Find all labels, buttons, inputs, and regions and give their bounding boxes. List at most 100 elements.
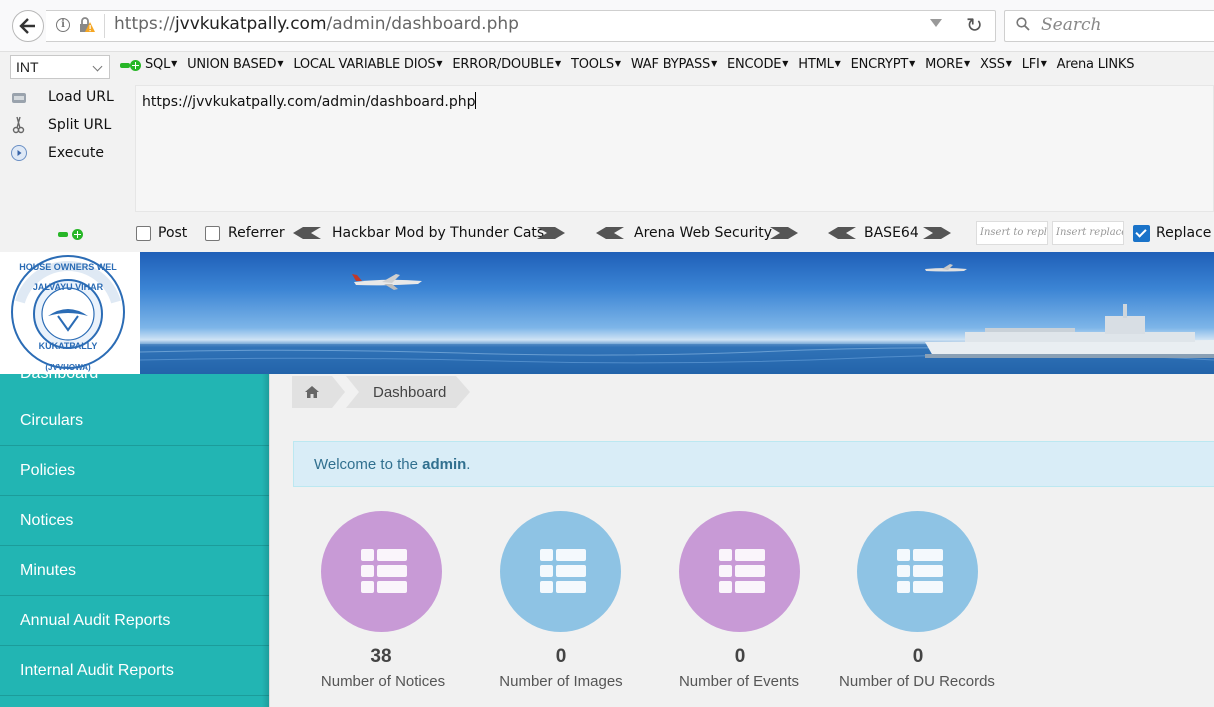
menu-encrypt[interactable]: ENCRYPT▼ bbox=[851, 57, 926, 72]
sidebar-item-annual-audit-reports[interactable]: Annual Audit Reports bbox=[0, 596, 269, 646]
table-icon bbox=[719, 549, 765, 593]
menu-union-based[interactable]: UNION BASED▼ bbox=[187, 57, 293, 72]
svg-text:JALVAYU VIHAR: JALVAYU VIHAR bbox=[33, 282, 104, 292]
arena-web-security-label: Arena Web Security bbox=[634, 225, 773, 241]
menu-sql[interactable]: SQL▼ bbox=[145, 57, 187, 72]
replace-label: Replace bbox=[1156, 225, 1212, 241]
airplane-image bbox=[925, 264, 967, 272]
insert-to-replace-input[interactable]: Insert to repl bbox=[976, 221, 1048, 245]
replace-checkbox[interactable] bbox=[1133, 225, 1150, 242]
insert-replacement-input[interactable]: Insert replace bbox=[1052, 221, 1124, 245]
home-icon bbox=[305, 386, 319, 398]
site-logo: HOUSE OWNERS WEL (JVVHOWA) JALVAYU VIHAR… bbox=[0, 252, 140, 374]
svg-text:HOUSE OWNERS WEL: HOUSE OWNERS WEL bbox=[19, 262, 117, 272]
referrer-checkbox[interactable] bbox=[205, 226, 220, 241]
association-seal-logo: HOUSE OWNERS WEL (JVVHOWA) JALVAYU VIHAR… bbox=[11, 255, 125, 372]
post-label: Post bbox=[158, 225, 188, 241]
breadcrumb-home[interactable] bbox=[292, 376, 332, 408]
stat-label-notices: Number of Notices bbox=[320, 673, 446, 690]
breadcrumb-notch bbox=[346, 376, 359, 408]
url-prefix: https:// bbox=[114, 14, 175, 34]
load-url-label: Load URL bbox=[48, 89, 114, 105]
url-path: /admin/dashboard.php bbox=[326, 14, 519, 34]
arrow-left-icon[interactable] bbox=[596, 227, 624, 239]
url-host: jvvkukatpally.com bbox=[174, 14, 327, 34]
stat-circle-events[interactable] bbox=[679, 511, 800, 632]
text-cursor bbox=[475, 92, 477, 109]
arrow-right-icon[interactable] bbox=[770, 227, 798, 239]
sidebar-item-policies[interactable]: Policies bbox=[0, 446, 269, 496]
sidebar-item-dashboard[interactable]: Dashboard bbox=[0, 374, 269, 394]
menu-encode[interactable]: ENCODE▼ bbox=[727, 57, 798, 72]
arrow-left-icon[interactable] bbox=[293, 227, 321, 239]
breadcrumb-dashboard[interactable]: Dashboard bbox=[346, 376, 456, 408]
warship-image bbox=[925, 304, 1214, 358]
stat-value-notices: 38 bbox=[370, 646, 392, 667]
split-url-button[interactable]: Split URL bbox=[10, 116, 111, 134]
back-button[interactable] bbox=[12, 10, 44, 42]
table-icon bbox=[361, 549, 407, 593]
stat-value-images: 0 bbox=[555, 646, 567, 667]
hackbar-url-textarea[interactable]: https://jvvkukatpally.com/admin/dashboar… bbox=[135, 85, 1214, 212]
url-separator bbox=[104, 14, 105, 38]
play-icon bbox=[10, 144, 28, 162]
load-url-button[interactable]: Load URL bbox=[10, 88, 114, 106]
sidebar-item-minutes[interactable]: Minutes bbox=[0, 546, 269, 596]
svg-text:KUKATPALLY: KUKATPALLY bbox=[39, 341, 98, 351]
info-icon[interactable]: i bbox=[56, 18, 70, 32]
breadcrumb-separator bbox=[456, 376, 470, 408]
sidebar-item-circulars[interactable]: Circulars bbox=[0, 396, 269, 446]
back-arrow-icon bbox=[19, 18, 35, 34]
minus-icon[interactable] bbox=[58, 232, 68, 237]
menu-more[interactable]: MORE▼ bbox=[925, 57, 980, 72]
stat-value-du-records: 0 bbox=[912, 646, 924, 667]
load-url-icon bbox=[10, 88, 28, 106]
menu-error-double[interactable]: ERROR/DOUBLE▼ bbox=[452, 57, 571, 72]
welcome-username: admin bbox=[422, 456, 467, 473]
referrer-label: Referrer bbox=[228, 225, 285, 241]
stat-label-du-records: Number of DU Records bbox=[839, 673, 995, 690]
insecure-lock-icon[interactable] bbox=[78, 16, 96, 34]
plus-icon[interactable] bbox=[72, 229, 83, 240]
search-placeholder: Search bbox=[1041, 15, 1102, 35]
hackbar-mod-label: Hackbar Mod by Thunder Cats bbox=[332, 225, 545, 241]
scissors-icon bbox=[10, 116, 28, 134]
welcome-alert: Welcome to the admin. bbox=[293, 441, 1214, 487]
post-checkbox[interactable] bbox=[136, 226, 151, 241]
table-icon bbox=[540, 549, 586, 593]
stat-value-events: 0 bbox=[734, 646, 746, 667]
stat-label-images: Number of Images bbox=[499, 673, 623, 690]
url-text[interactable]: https://jvvkukatpally.com/admin/dashboar… bbox=[114, 14, 519, 34]
reload-icon[interactable]: ↻ bbox=[966, 13, 983, 37]
plus-icon[interactable] bbox=[130, 60, 141, 71]
stat-circle-du-records[interactable] bbox=[857, 511, 978, 632]
execute-label: Execute bbox=[48, 145, 104, 161]
search-icon bbox=[1016, 17, 1030, 31]
stat-circle-images[interactable] bbox=[500, 511, 621, 632]
minus-icon[interactable] bbox=[120, 63, 130, 68]
arrow-right-icon[interactable] bbox=[923, 227, 951, 239]
stat-circle-notices[interactable] bbox=[321, 511, 442, 632]
menu-arena-links[interactable]: Arena LINKS bbox=[1057, 57, 1145, 72]
history-dropdown-icon[interactable] bbox=[930, 19, 942, 27]
arrow-right-icon[interactable] bbox=[537, 227, 565, 239]
menu-local-variable-dios[interactable]: LOCAL VARIABLE DIOS▼ bbox=[293, 57, 452, 72]
arrow-left-icon[interactable] bbox=[828, 227, 856, 239]
menu-waf-bypass[interactable]: WAF BYPASS▼ bbox=[631, 57, 727, 72]
airplane-image bbox=[352, 274, 422, 290]
menu-tools[interactable]: TOOLS▼ bbox=[571, 57, 631, 72]
stat-label-events: Number of Events bbox=[678, 673, 800, 690]
search-bar[interactable] bbox=[1004, 10, 1214, 42]
svg-text:(JVVHOWA): (JVVHOWA) bbox=[45, 363, 91, 372]
sidebar-item-notices[interactable]: Notices bbox=[0, 496, 269, 546]
base64-label: BASE64 bbox=[864, 225, 919, 241]
table-icon bbox=[897, 549, 943, 593]
sidebar-item-internal-audit-reports[interactable]: Internal Audit Reports bbox=[0, 646, 269, 696]
hackbar-url-value: https://jvvkukatpally.com/admin/dashboar… bbox=[142, 94, 476, 110]
menu-html[interactable]: HTML▼ bbox=[798, 57, 850, 72]
breadcrumb-separator bbox=[332, 376, 345, 408]
sidebar-shadow bbox=[262, 374, 270, 707]
menu-lfi[interactable]: LFI▼ bbox=[1022, 57, 1057, 72]
execute-button[interactable]: Execute bbox=[10, 144, 104, 162]
menu-xss[interactable]: XSS▼ bbox=[980, 57, 1022, 72]
